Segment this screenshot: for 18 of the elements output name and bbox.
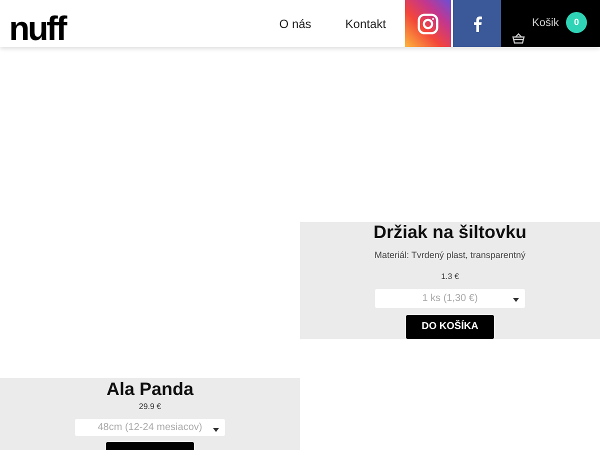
cart-link[interactable]: Košik [532, 15, 559, 32]
caret-icon [513, 298, 519, 302]
cart-count-badge: 0 [566, 12, 587, 33]
instagram-button[interactable] [405, 0, 451, 47]
nav-link[interactable]: Kontakt [328, 14, 403, 32]
product-title: Držiak na šiltovku [373, 221, 527, 243]
instagram-icon [417, 12, 439, 34]
basket-icon [512, 33, 525, 44]
product-title: Ala Panda [106, 378, 194, 400]
product-price: 1.3 € [441, 270, 459, 282]
product-price: 29.9 € [138, 401, 162, 413]
add-to-cart-button[interactable]: DO KOŠÍKA [406, 314, 494, 339]
product-material: Materiál: Tvrdený plast, transparentný [374, 249, 526, 262]
facebook-button[interactable] [453, 0, 501, 47]
logo[interactable]: nuff [9, 12, 66, 46]
caret-icon [213, 428, 219, 432]
facebook-icon [472, 16, 482, 32]
nav-link[interactable]: O nás [262, 14, 328, 32]
